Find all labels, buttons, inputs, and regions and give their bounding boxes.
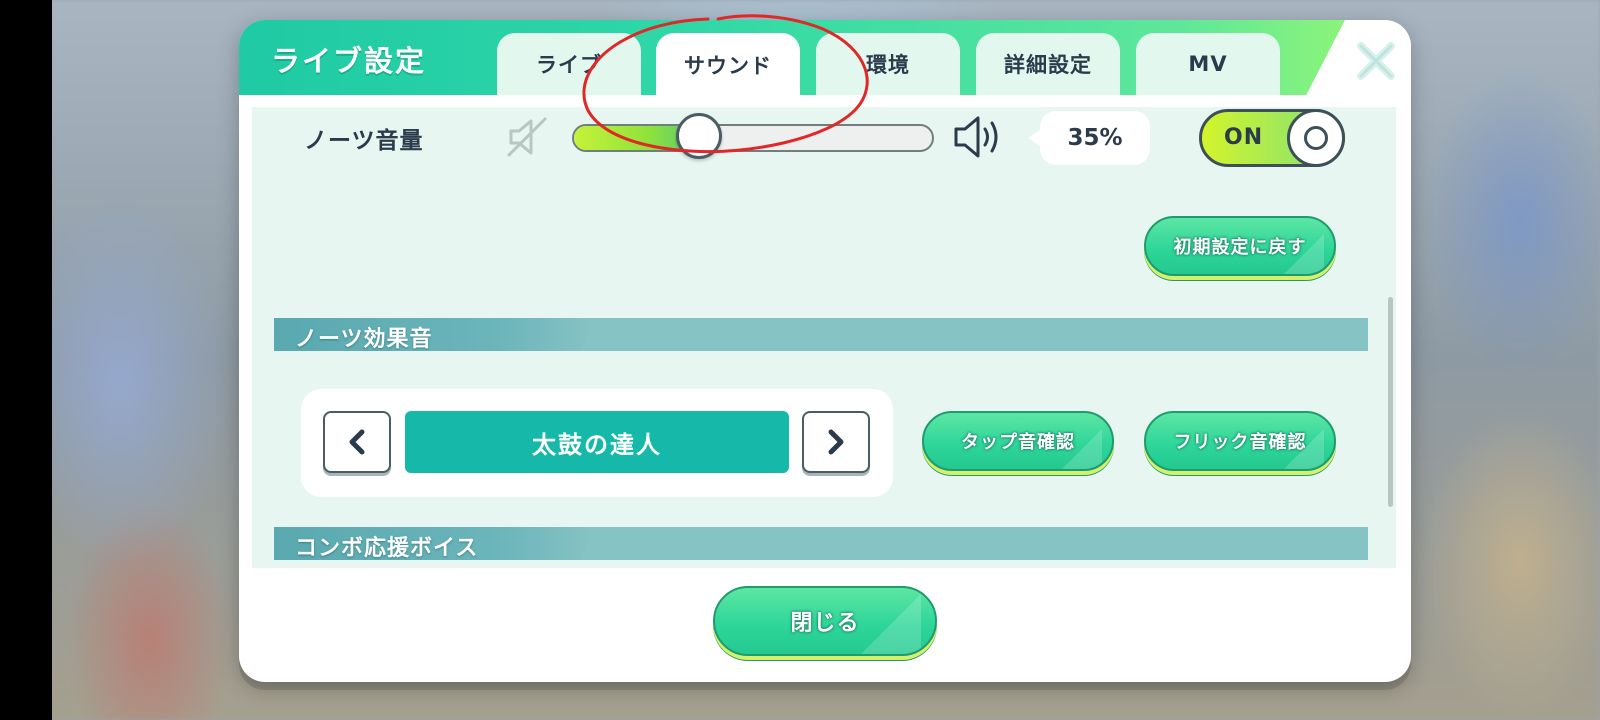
close-button[interactable]: 閉じる (713, 586, 937, 656)
volume-percent-display: 35% (1028, 111, 1150, 165)
toggle-knob (1287, 109, 1345, 167)
notes-volume-slider[interactable] (572, 124, 934, 152)
toggle-label: ON (1224, 125, 1264, 150)
section-combo-voice: コンボ応援ボイス (274, 527, 1368, 561)
scrollbar[interactable] (1388, 297, 1393, 507)
reset-defaults-button[interactable]: 初期設定に戻す (1144, 216, 1336, 276)
tab-live[interactable]: ライブ (497, 33, 641, 95)
prev-se-button[interactable] (323, 411, 391, 473)
tab-mv[interactable]: MV (1136, 33, 1280, 95)
tab-sound[interactable]: サウンド (656, 33, 800, 97)
tap-sound-check-button[interactable]: タップ音確認 (922, 411, 1114, 471)
chevron-right-icon (828, 429, 844, 455)
tap-sound-check-label: タップ音確認 (961, 432, 1075, 453)
section-notes-se: ノーツ効果音 (274, 318, 1368, 352)
flick-sound-check-button[interactable]: フリック音確認 (1144, 411, 1336, 471)
section-notes-se-label: ノーツ効果音 (295, 327, 433, 352)
tab-environment[interactable]: 環境 (816, 33, 960, 95)
section-combo-voice-label: コンボ応援ボイス (295, 536, 479, 561)
speaker-icon[interactable] (952, 113, 1008, 161)
close-icon[interactable] (1353, 38, 1399, 84)
live-settings-dialog: ライブ設定 ライブ サウンド 環境 詳細設定 MV ノーツ音量 35% ON 初… (239, 20, 1411, 682)
dialog-title: ライブ設定 (271, 44, 427, 78)
tab-advanced-settings[interactable]: 詳細設定 (976, 33, 1120, 95)
selected-se-value: 太鼓の達人 (405, 411, 789, 473)
se-selector: 太鼓の達人 (301, 389, 893, 497)
close-button-label: 閉じる (790, 611, 860, 636)
next-se-button[interactable] (802, 411, 870, 473)
notes-volume-toggle[interactable]: ON (1199, 109, 1345, 167)
slider-knob[interactable] (675, 113, 722, 159)
screen-edge-bar (0, 0, 52, 720)
chevron-left-icon (349, 429, 365, 455)
settings-content: ノーツ音量 35% ON 初期設定に戻す ノーツ効果音 太鼓の達人 タップ音確認… (252, 107, 1396, 568)
mute-speaker-icon[interactable] (507, 115, 549, 159)
notes-volume-label: ノーツ音量 (304, 128, 424, 154)
